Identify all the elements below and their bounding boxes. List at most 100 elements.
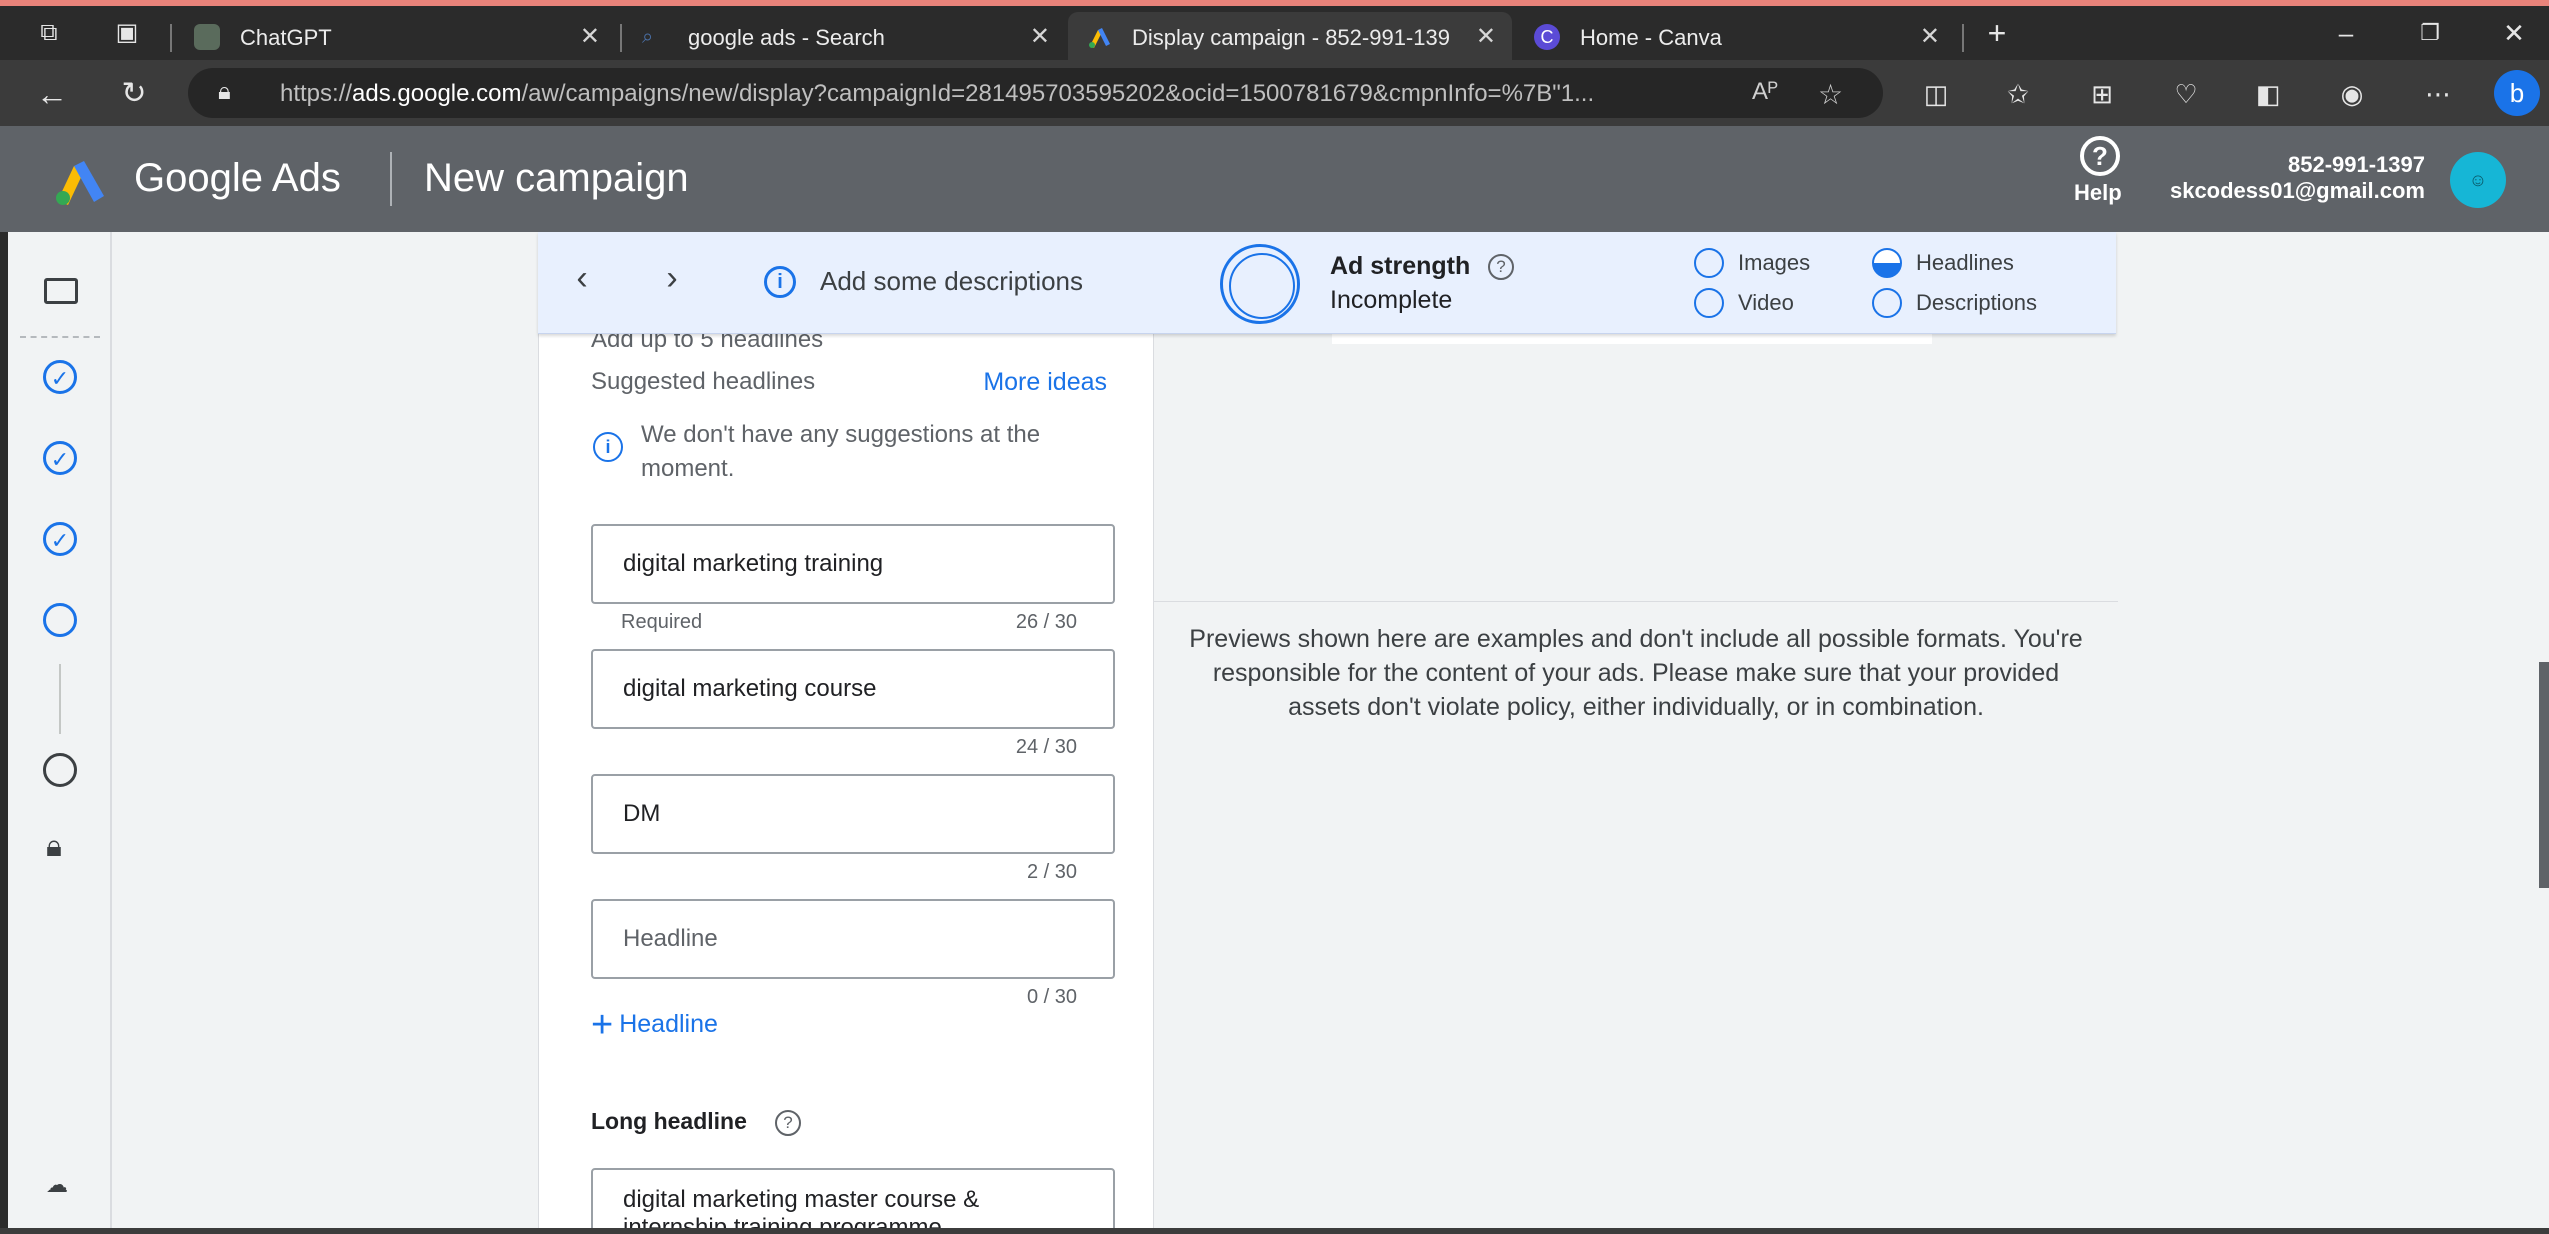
step-current-circle-icon[interactable]	[43, 603, 77, 637]
add-headline-label: Headline	[619, 1010, 718, 1038]
window-close-icon[interactable]: ✕	[2494, 18, 2534, 48]
tab-separator	[170, 24, 172, 52]
collections-icon[interactable]: ⊞	[2082, 76, 2122, 112]
headline-value[interactable]: digital marketing course	[623, 675, 876, 703]
more-options-icon[interactable]: ⋯	[2418, 76, 2458, 112]
account-email[interactable]: skcodess01@gmail.com	[2170, 178, 2425, 204]
refresh-icon[interactable]: ↻	[114, 74, 154, 114]
split-screen-icon[interactable]: ◫	[1916, 76, 1956, 112]
step-pending-circle-icon[interactable]	[43, 753, 77, 787]
long-headline-value[interactable]: digital marketing master course & intern…	[623, 1186, 1083, 1228]
search-favicon-icon: ⌕	[642, 26, 654, 48]
more-ideas-link[interactable]: More ideas	[983, 368, 1107, 397]
address-bar[interactable]: 🔒︎ https://ads.google.com/aw/campaigns/n…	[188, 68, 1883, 118]
close-icon[interactable]: ✕	[580, 22, 600, 51]
preview-disclaimer: Previews shown here are examples and don…	[1189, 625, 2083, 721]
headline-input-1[interactable]: digital marketing training	[591, 524, 1115, 604]
google-ads-header: Google Ads New campaign ? Help 852-991-1…	[0, 126, 2549, 232]
headline-placeholder[interactable]: Headline	[623, 925, 718, 953]
copilot-icon[interactable]: b	[2494, 70, 2540, 116]
campaign-overview-icon[interactable]	[44, 278, 78, 304]
tab-separator	[620, 24, 622, 52]
strength-tip-message: Add some descriptions	[820, 266, 1084, 296]
ad-strength-ring	[1220, 244, 1300, 324]
step-complete-check-icon[interactable]: ✓	[43, 522, 77, 556]
new-tab-plus-icon[interactable]: +	[1980, 17, 2014, 49]
ad-strength-value: Incomplete	[1330, 286, 1453, 314]
chatgpt-favicon-icon	[194, 24, 220, 50]
cloud-sync-icon[interactable]: ☁	[46, 1172, 68, 1198]
screenshot-icon[interactable]: ◧	[2248, 76, 2288, 112]
suggested-headlines-label: Suggested headlines	[591, 368, 816, 395]
help-label[interactable]: Help	[2074, 180, 2122, 206]
video-status-label: Video	[1738, 290, 1794, 315]
tab-google-search[interactable]: ⌕ google ads - Search ✕	[624, 12, 1066, 60]
images-status-icon	[1694, 248, 1724, 278]
lock-icon[interactable]: 🔒︎	[218, 78, 231, 106]
help-icon[interactable]: ?	[2080, 136, 2120, 176]
chevron-right-icon[interactable]: ›	[652, 258, 692, 298]
url-path: /aw/campaigns/new/display?campaignId=281…	[521, 80, 1595, 107]
help-question-icon[interactable]: ?	[1488, 254, 1514, 280]
rail-divider	[20, 336, 100, 338]
workspaces-icon[interactable]: ⧉	[32, 18, 66, 48]
step-complete-check-icon[interactable]: ✓	[43, 441, 77, 475]
ad-preview-area: Previews shown here are examples and don…	[1153, 332, 2118, 1228]
character-count: 2 / 30	[1026, 861, 1077, 883]
minimize-icon[interactable]: –	[2326, 18, 2366, 48]
tab-title: Home - Canva	[1580, 25, 1722, 50]
tab-title: Display campaign - 852-991-139	[1132, 25, 1450, 50]
headlines-status-label: Headlines	[1916, 250, 2014, 275]
tab-separator	[1962, 24, 1964, 52]
chevron-left-icon[interactable]: ‹	[562, 258, 602, 298]
scrollbar-thumb[interactable]	[2539, 662, 2549, 888]
ad-strength-bar: ‹ › i Add some descriptions Ad strength …	[538, 232, 2116, 334]
step-complete-check-icon[interactable]: ✓	[43, 360, 77, 394]
browser-essentials-icon[interactable]: ♡	[2166, 76, 2206, 112]
descriptions-status-label: Descriptions	[1916, 290, 2038, 315]
page-title: New campaign	[424, 156, 689, 200]
back-arrow-icon[interactable]: ←	[32, 74, 72, 114]
headlines-instruction: Add up to 5 headlines	[591, 332, 824, 353]
headlines-status-icon	[1872, 248, 1902, 278]
favorites-icon[interactable]: ✩	[1998, 76, 2038, 112]
plus-icon: +	[591, 1004, 614, 1047]
google-ads-favicon-icon	[1089, 28, 1110, 48]
descriptions-status-icon	[1872, 288, 1902, 318]
url-scheme: https://	[280, 80, 353, 107]
window-bottom-border	[0, 1228, 2549, 1234]
restore-icon[interactable]: ❐	[2410, 18, 2450, 48]
avatar[interactable]: ☺	[2450, 152, 2506, 208]
favorite-star-icon[interactable]: ☆	[1818, 78, 1843, 111]
google-ads-logo-icon[interactable]	[52, 156, 112, 206]
close-icon[interactable]: ✕	[1476, 22, 1496, 51]
close-icon[interactable]: ✕	[1920, 22, 1940, 51]
long-headline-label: Long headline	[591, 1108, 747, 1134]
tab-actions-icon[interactable]: ▣	[110, 18, 144, 48]
add-headline-button[interactable]: + Headline	[591, 1006, 718, 1044]
headline-value[interactable]: digital marketing training	[623, 550, 883, 578]
headline-input-4[interactable]: Headline	[591, 899, 1115, 979]
required-helper-text: Required	[621, 611, 703, 633]
url-text[interactable]: https://ads.google.com/aw/campaigns/new/…	[280, 80, 1730, 108]
account-id[interactable]: 852-991-1397	[2288, 152, 2425, 178]
profile-picture-icon[interactable]: ◉	[2332, 76, 2372, 112]
preview-canvas	[1154, 332, 2118, 602]
tab-display-campaign[interactable]: Display campaign - 852-991-139 ✕	[1068, 12, 1512, 60]
character-count: 0 / 30	[1026, 986, 1077, 1008]
tab-canva[interactable]: C Home - Canva ✕	[1516, 12, 1956, 60]
help-question-icon[interactable]: ?	[775, 1110, 801, 1136]
video-status-icon	[1694, 288, 1724, 318]
headline-input-3[interactable]: DM	[591, 774, 1115, 854]
info-icon: i	[593, 432, 623, 462]
brand-name[interactable]: Google Ads	[134, 156, 341, 201]
tab-chatgpt[interactable]: ChatGPT ✕	[176, 12, 616, 60]
long-headline-input[interactable]: digital marketing master course & intern…	[591, 1168, 1115, 1228]
header-divider	[390, 152, 392, 206]
close-icon[interactable]: ✕	[1030, 22, 1050, 51]
character-count: 24 / 30	[1015, 736, 1077, 758]
headline-value[interactable]: DM	[623, 800, 660, 828]
headline-input-2[interactable]: digital marketing course	[591, 649, 1115, 729]
read-aloud-icon[interactable]: Aᴾ	[1752, 78, 1778, 106]
lock-icon[interactable]: 🔒︎	[46, 830, 86, 870]
